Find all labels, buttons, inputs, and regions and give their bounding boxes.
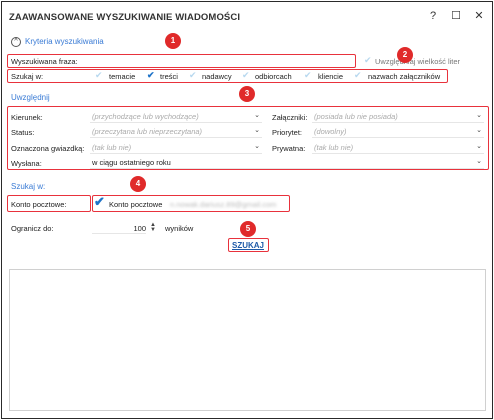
chevron-down-icon: ⌄ bbox=[476, 158, 482, 165]
window-title: ZAAWANSOWANE WYSZUKIWANIE WIADOMOŚCI bbox=[9, 12, 241, 23]
direction-select[interactable]: (przychodzące lub wychodzące) ⌄ bbox=[90, 111, 262, 123]
results-pane bbox=[9, 269, 486, 411]
search-button[interactable]: SZUKAJ bbox=[232, 241, 264, 250]
status-label: Status: bbox=[11, 128, 35, 137]
label-nadawcy: nadawcy bbox=[202, 72, 232, 81]
chevron-down-icon: ⌄ bbox=[476, 112, 482, 119]
label-zalaczniki: nazwach załączników bbox=[368, 72, 441, 81]
label-tresci: treści bbox=[160, 72, 178, 81]
sent-select[interactable]: w ciągu ostatniego roku ⌄ bbox=[90, 157, 484, 169]
priority-label: Priorytet: bbox=[272, 128, 303, 137]
private-select[interactable]: (tak lub nie) ⌄ bbox=[312, 142, 484, 154]
direction-label: Kierunek: bbox=[11, 113, 43, 122]
direction-placeholder: (przychodzące lub wychodzące) bbox=[92, 112, 199, 121]
checkbox-tresci[interactable]: ✔ bbox=[147, 70, 155, 81]
title-bar: ZAAWANSOWANE WYSZUKIWANIE WIADOMOŚCI ? ☐… bbox=[2, 2, 492, 30]
flagged-label: Oznaczona gwiazdką: bbox=[11, 144, 85, 153]
annotation-badge-4: 4 bbox=[130, 176, 146, 192]
search-in-section-header: Szukaj w: bbox=[11, 182, 46, 191]
attachments-select[interactable]: (posiada lub nie posiada) ⌄ bbox=[312, 111, 484, 123]
flagged-placeholder: (tak lub nie) bbox=[92, 143, 132, 152]
checkbox-odbiorcach[interactable]: ✔ bbox=[242, 70, 250, 81]
priority-select[interactable]: (dowolny) ⌄ bbox=[312, 126, 484, 138]
case-checkbox[interactable]: ✔ bbox=[364, 55, 372, 66]
label-odbiorcach: odbiorcach bbox=[255, 72, 292, 81]
priority-placeholder: (dowolny) bbox=[314, 127, 347, 136]
chevron-down-icon: ⌄ bbox=[254, 143, 260, 150]
help-button[interactable]: ? bbox=[425, 8, 441, 24]
chevron-down-icon: ⌄ bbox=[476, 127, 482, 134]
flagged-select[interactable]: (tak lub nie) ⌄ bbox=[90, 142, 262, 154]
checkbox-kliencie[interactable]: ✔ bbox=[304, 70, 312, 81]
sent-value: w ciągu ostatniego roku bbox=[92, 158, 171, 167]
phrase-input[interactable] bbox=[94, 57, 350, 66]
annotation-badge-1: 1 bbox=[165, 33, 181, 49]
limit-input[interactable]: 100 bbox=[92, 224, 146, 234]
search-in-label: Szukaj w: bbox=[11, 72, 44, 81]
private-placeholder: (tak lub nie) bbox=[314, 143, 354, 152]
mailbox-name: Konto pocztowe bbox=[109, 200, 163, 209]
sent-label: Wysłana: bbox=[11, 159, 42, 168]
checkbox-nadawcy[interactable]: ✔ bbox=[189, 70, 197, 81]
label-kliencie: kliencie bbox=[318, 72, 344, 81]
annotation-badge-2: 2 bbox=[397, 47, 413, 63]
annotation-badge-5: 5 bbox=[240, 221, 256, 237]
mailbox-email: n.nowak.dariusz.89@gmail.com bbox=[170, 200, 277, 209]
criteria-header[interactable]: Kryteria wyszukiwania bbox=[25, 37, 104, 46]
status-select[interactable]: (przeczytana lub nieprzeczytana) ⌄ bbox=[90, 126, 262, 138]
checkbox-temacie[interactable]: ✔ bbox=[95, 70, 103, 81]
maximize-button[interactable]: ☐ bbox=[448, 8, 464, 24]
chevron-down-icon: ⌄ bbox=[254, 112, 260, 119]
collapse-icon[interactable]: ^ bbox=[11, 37, 21, 47]
annotation-badge-3: 3 bbox=[239, 86, 255, 102]
checkbox-zalaczniki[interactable]: ✔ bbox=[354, 70, 362, 81]
status-placeholder: (przeczytana lub nieprzeczytana) bbox=[92, 127, 203, 136]
mailbox-label: Konto pocztowe: bbox=[11, 200, 67, 209]
stepper-down-icon[interactable]: ▼ bbox=[150, 227, 156, 233]
phrase-label: Wyszukiwana fraza: bbox=[11, 57, 78, 66]
case-label: Uwzględniaj wielkość liter bbox=[375, 57, 461, 66]
private-label: Prywatna: bbox=[272, 144, 306, 153]
limit-suffix: wyników bbox=[165, 224, 194, 233]
chevron-down-icon: ⌄ bbox=[254, 127, 260, 134]
chevron-down-icon: ⌄ bbox=[476, 143, 482, 150]
attachments-label: Załączniki: bbox=[272, 113, 308, 122]
label-temacie: temacie bbox=[109, 72, 136, 81]
close-button[interactable]: ✕ bbox=[471, 8, 487, 24]
attachments-placeholder: (posiada lub nie posiada) bbox=[314, 112, 398, 121]
limit-label: Ogranicz do: bbox=[11, 224, 54, 233]
search-dialog: ZAAWANSOWANE WYSZUKIWANIE WIADOMOŚCI ? ☐… bbox=[1, 1, 493, 419]
mailbox-checkbox[interactable]: ✔ bbox=[94, 194, 105, 210]
include-header: Uwzględnij bbox=[11, 93, 50, 102]
